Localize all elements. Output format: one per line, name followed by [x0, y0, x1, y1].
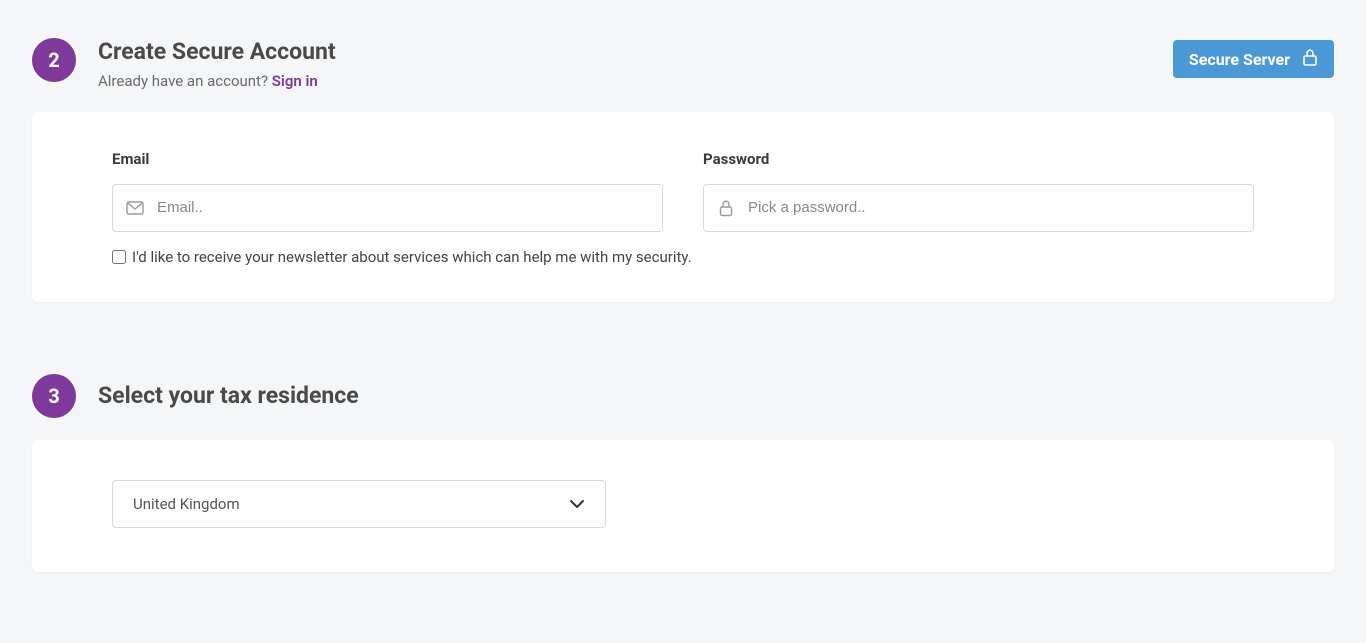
country-select-value: United Kingdom [133, 495, 569, 513]
mail-icon [113, 201, 157, 215]
sign-in-link[interactable]: Sign in [272, 72, 318, 90]
password-input-wrap[interactable] [703, 184, 1254, 232]
email-input-wrap[interactable] [112, 184, 663, 232]
step-2-header: 2 Create Secure Account Already have an … [32, 38, 1334, 90]
password-input[interactable] [748, 185, 1253, 231]
country-select[interactable]: United Kingdom [112, 480, 606, 528]
step-3-badge: 3 [32, 374, 76, 418]
newsletter-row[interactable]: I'd like to receive your newsletter abou… [112, 248, 1254, 266]
step-3-header: 3 Select your tax residence [32, 374, 1334, 418]
password-label: Password [703, 150, 1254, 168]
lock-icon [1302, 48, 1318, 70]
email-input[interactable] [157, 185, 662, 231]
email-label: Email [112, 150, 663, 168]
subtitle-prefix: Already have an account? [98, 72, 272, 90]
step-2-subtitle: Already have an account? Sign in [98, 72, 1334, 90]
step-2-header-text: Create Secure Account Already have an ac… [98, 38, 1334, 90]
newsletter-checkbox[interactable] [112, 250, 126, 264]
newsletter-label: I'd like to receive your newsletter abou… [132, 248, 692, 266]
chevron-down-icon [569, 494, 585, 513]
step-3-title: Select your tax residence [98, 374, 359, 418]
account-row: Email Password [112, 150, 1254, 232]
secure-server-label: Secure Server [1189, 50, 1290, 69]
lock-icon [704, 199, 748, 217]
tax-residence-card: United Kingdom [32, 440, 1334, 572]
step-2-title: Create Secure Account [98, 38, 1334, 66]
email-field-group: Email [112, 150, 663, 232]
secure-server-badge: Secure Server [1173, 40, 1334, 78]
password-field-group: Password [703, 150, 1254, 232]
create-account-card: Email Password [32, 112, 1334, 302]
step-2-badge: 2 [32, 38, 76, 82]
